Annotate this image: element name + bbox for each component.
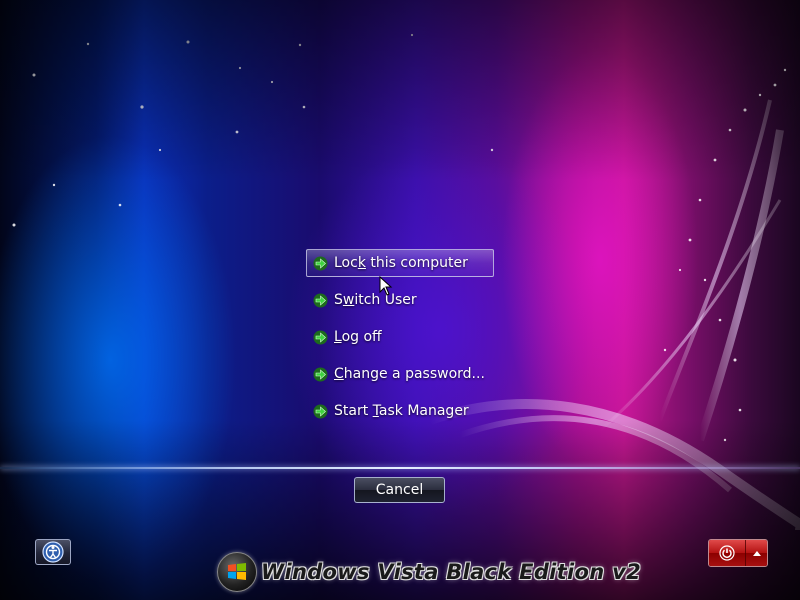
menu-item[interactable]: Lock this computer — [306, 249, 494, 277]
edition-title: Windows Vista Black Edition v2 — [261, 560, 641, 584]
cancel-button[interactable]: Cancel — [354, 477, 445, 503]
triangle-up-icon — [752, 551, 761, 556]
menu-item-label: Change a password... — [334, 366, 485, 382]
green-arrow-icon — [313, 404, 328, 419]
menu-item-label: Log off — [334, 329, 382, 345]
menu-item[interactable]: Start Task Manager — [306, 397, 494, 425]
ease-of-access-button[interactable] — [35, 539, 71, 565]
menu-item-label: Start Task Manager — [334, 403, 469, 419]
menu-item[interactable]: Switch User — [306, 286, 494, 314]
green-arrow-icon — [313, 330, 328, 345]
green-arrow-icon — [313, 256, 328, 271]
green-arrow-icon — [313, 293, 328, 308]
shutdown-options-button[interactable] — [746, 540, 767, 566]
edition-branding: Windows Vista Black Edition v2 — [217, 550, 641, 594]
green-arrow-icon — [313, 367, 328, 382]
menu-item[interactable]: Log off — [306, 323, 494, 351]
menu-item-label: Lock this computer — [334, 255, 468, 271]
security-options-menu: Lock this computer Switch User Log off Chan… — [306, 249, 494, 434]
menu-item[interactable]: Change a password... — [306, 360, 494, 388]
horizon-line — [0, 467, 800, 469]
ease-of-access-icon — [42, 541, 64, 563]
menu-item-label: Switch User — [334, 292, 417, 308]
shutdown-button[interactable] — [709, 540, 747, 566]
mouse-cursor-icon — [379, 276, 393, 296]
power-icon — [719, 545, 735, 561]
shutdown-button-group — [708, 539, 768, 567]
windows-flag-icon — [217, 552, 257, 592]
